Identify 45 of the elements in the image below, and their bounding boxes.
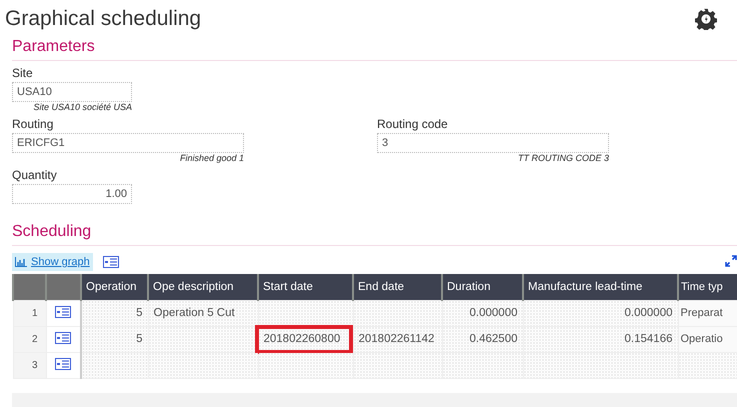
row-number: 2 [13, 326, 46, 352]
table-cell: Operatio [678, 326, 737, 352]
column-header[interactable]: Manufacture lead-time [523, 274, 678, 300]
header-cell [13, 274, 46, 300]
show-graph-link[interactable]: Show graph [12, 253, 93, 271]
row-number: 1 [13, 300, 46, 326]
table-cell: Operation 5 Cut [148, 300, 258, 326]
page-title: Graphical scheduling [5, 7, 202, 31]
field-label: Quantity [12, 168, 58, 184]
input-field[interactable]: 3 [377, 133, 609, 153]
column-header[interactable]: Duration [442, 274, 523, 300]
list-icon[interactable] [102, 256, 119, 268]
column-header[interactable]: End date [353, 274, 442, 300]
column-header[interactable]: Ope description [148, 274, 258, 300]
input-field[interactable]: USA10 [12, 82, 132, 102]
field-hint: Finished good 1 [178, 153, 244, 165]
expand-icon[interactable] [725, 255, 737, 267]
field-label: Routing code [377, 117, 449, 133]
table-cell: 0.462500 [442, 326, 523, 352]
bar-chart-icon [15, 257, 27, 267]
column-header[interactable]: Start date [258, 274, 353, 300]
row-detail-icon[interactable] [55, 306, 72, 318]
field-hint: Site USA10 société USA [32, 102, 132, 114]
settings-icon[interactable] [695, 8, 717, 30]
input-field[interactable]: ERICFG1 [12, 133, 244, 153]
row-detail-icon[interactable] [55, 332, 72, 344]
field-hint: TT ROUTING CODE 3 [516, 153, 609, 165]
section-heading: Parameters [12, 34, 737, 61]
section-heading: Scheduling [12, 219, 737, 246]
row-number: 3 [13, 352, 46, 378]
header-cell [46, 274, 81, 300]
field-label: Site [12, 66, 34, 82]
row-detail-icon[interactable] [55, 358, 72, 370]
table-cell: 5 [81, 326, 148, 352]
table-cell: 0.154166 [523, 326, 678, 352]
table-cell: 0.000000 [442, 300, 523, 326]
column-header[interactable]: Operation [81, 274, 148, 300]
table-cell: 0.000000 [523, 300, 678, 326]
table-cell: 201802261142 [353, 326, 442, 352]
column-header[interactable]: Time typ [678, 274, 737, 300]
table-cell: Preparat [678, 300, 737, 326]
input-field[interactable]: 1.00 [12, 184, 132, 204]
table-cell: 201802260800 [258, 326, 353, 352]
table-cell: 5 [81, 300, 148, 326]
field-label: Routing [12, 117, 54, 133]
